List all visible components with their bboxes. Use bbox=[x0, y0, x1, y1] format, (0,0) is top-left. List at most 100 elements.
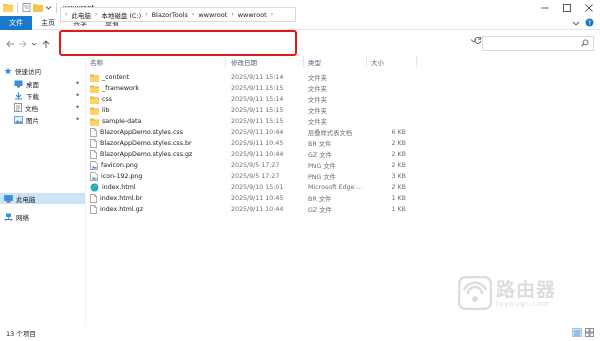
back-button[interactable] bbox=[4, 37, 16, 51]
file-size bbox=[348, 105, 406, 116]
minimize-button[interactable] bbox=[534, 0, 556, 16]
tab-file[interactable]: 文件 bbox=[0, 15, 32, 30]
breadcrumb-this-pc[interactable]: 此电脑 bbox=[71, 10, 91, 20]
sidebar-item-label: 文档 bbox=[25, 104, 38, 113]
navigation-pane: 快速访问 桌面 ✦ 下载 ✦ 文档 ✦ 图片 ✦ 此电脑 网络 bbox=[0, 60, 85, 325]
file-row-lib[interactable]: lib 2025/9/11 15:15 文件夹 bbox=[86, 105, 416, 116]
file-name-cell[interactable]: sample-data bbox=[90, 116, 141, 127]
file-type: GZ 文件 bbox=[308, 152, 332, 159]
file-date: 2025/9/11 15:15 bbox=[231, 118, 284, 125]
file-type: PNG 文件 bbox=[308, 163, 336, 170]
file-size: 2 KB bbox=[391, 140, 406, 147]
up-button[interactable] bbox=[40, 37, 52, 51]
file-name-cell[interactable]: index.html.br bbox=[90, 193, 142, 204]
chevron-right-icon[interactable]: › bbox=[192, 11, 194, 18]
file-row-index-html-br[interactable]: index.html.br 2025/9/11 10:45 BR 文件 1 KB bbox=[86, 193, 416, 204]
file-name-cell[interactable]: BlazorAppDemo.styles.css.gz bbox=[90, 149, 192, 160]
chevron-down-icon[interactable] bbox=[45, 4, 52, 13]
pin-icon[interactable]: ✦ bbox=[75, 92, 80, 99]
file-date: 2025/9/11 10:45 bbox=[231, 195, 284, 202]
sidebar-item-this-pc[interactable]: 此电脑 bbox=[4, 193, 84, 204]
sidebar-item-desktop[interactable]: 桌面 ✦ bbox=[14, 78, 84, 89]
file-name-cell[interactable]: index.html.gz bbox=[90, 204, 143, 215]
file-row-blazorappdemo-styles-css-gz[interactable]: BlazorAppDemo.styles.css.gz 2025/9/11 10:… bbox=[86, 149, 416, 160]
file-row-index-html-gz[interactable]: index.html.gz 2025/9/11 10:44 GZ 文件 1 KB bbox=[86, 204, 416, 215]
breadcrumb-blazortools[interactable]: BlazorTools bbox=[152, 11, 188, 19]
expand-ribbon-icon[interactable] bbox=[572, 19, 580, 29]
pin-icon[interactable]: ✦ bbox=[75, 80, 80, 87]
maximize-button[interactable] bbox=[556, 0, 578, 16]
forward-button[interactable] bbox=[16, 37, 28, 51]
sidebar-item-label: 图片 bbox=[26, 116, 39, 125]
file-icon bbox=[90, 128, 97, 137]
file-row-index-html[interactable]: index.html 2025/9/10 15:01 Microsoft Edge … bbox=[86, 182, 416, 193]
file-row-icon-192-png[interactable]: icon-192.png 2025/9/5 17:27 PNG 文件 3 KB bbox=[86, 171, 416, 182]
column-divider[interactable] bbox=[303, 57, 304, 67]
file-row-sample-data[interactable]: sample-data 2025/9/11 15:15 文件夹 bbox=[86, 116, 416, 127]
column-header-date[interactable]: 修改日期 bbox=[231, 56, 257, 68]
file-name-cell[interactable]: BlazorAppDemo.styles.css.br bbox=[90, 138, 192, 149]
file-row-css[interactable]: css 2025/9/11 15:14 文件夹 bbox=[86, 94, 416, 105]
sidebar-item-network[interactable]: 网络 bbox=[4, 211, 84, 222]
file-type: GZ 文件 bbox=[308, 207, 332, 214]
search-input[interactable] bbox=[482, 36, 594, 51]
file-row-blazorappdemo-styles-css-br[interactable]: BlazorAppDemo.styles.css.br 2025/9/11 10:… bbox=[86, 138, 416, 149]
sidebar-item-downloads[interactable]: 下载 ✦ bbox=[14, 90, 84, 101]
new-folder-icon[interactable] bbox=[33, 3, 43, 14]
file-name-cell[interactable]: icon-192.png bbox=[90, 171, 142, 182]
file-row-content[interactable]: _content 2025/9/11 15:14 文件夹 bbox=[86, 72, 416, 83]
edge-icon bbox=[90, 183, 99, 192]
breadcrumb-local-disk[interactable]: 本地磁盘 (C:) bbox=[101, 10, 141, 20]
address-bar[interactable]: › 此电脑 › 本地磁盘 (C:) › BlazorTools › wwwroo… bbox=[60, 7, 296, 22]
file-row-blazorappdemo-styles-css[interactable]: BlazorAppDemo.styles.css 2025/9/11 10:44 层… bbox=[86, 127, 416, 138]
sidebar-item-pictures[interactable]: 图片 ✦ bbox=[14, 114, 84, 125]
chevron-right-icon[interactable]: › bbox=[271, 11, 273, 18]
breadcrumb-wwwroot[interactable]: wwwroot bbox=[198, 11, 227, 19]
file-row-framework[interactable]: _framework 2025/9/11 15:15 文件夹 bbox=[86, 83, 416, 94]
file-name-cell[interactable]: _framework bbox=[90, 83, 139, 94]
file-name-cell[interactable]: css bbox=[90, 94, 112, 105]
file-date: 2025/9/11 15:15 bbox=[231, 85, 284, 92]
sidebar-item-documents[interactable]: 文档 ✦ bbox=[14, 102, 84, 113]
file-type: 文件夹 bbox=[308, 119, 327, 126]
sidebar-item-label: 下载 bbox=[26, 92, 39, 101]
column-header-name[interactable]: 名称 bbox=[90, 56, 103, 68]
pin-icon[interactable]: ✦ bbox=[75, 116, 80, 123]
sidebar-item-label: 网络 bbox=[16, 213, 29, 222]
file-name-cell[interactable]: _content bbox=[90, 72, 129, 83]
divider bbox=[56, 3, 57, 13]
large-icons-view-icon[interactable] bbox=[585, 328, 594, 339]
close-button[interactable] bbox=[578, 0, 600, 16]
breadcrumb-wwwroot-current[interactable]: wwwroot bbox=[238, 11, 267, 19]
file-name-cell[interactable]: BlazorAppDemo.styles.css bbox=[90, 127, 183, 138]
computer-icon bbox=[4, 194, 13, 203]
folder-icon bbox=[90, 107, 99, 115]
chevron-right-icon[interactable]: › bbox=[231, 11, 233, 18]
file-date: 2025/9/5 17:27 bbox=[231, 162, 280, 169]
column-divider[interactable] bbox=[366, 57, 367, 67]
file-name-cell[interactable]: index.html bbox=[90, 182, 136, 193]
help-icon[interactable]: ? bbox=[585, 18, 594, 29]
sidebar-item-label: 快速访问 bbox=[15, 67, 41, 76]
network-icon bbox=[4, 213, 13, 221]
column-header-type[interactable]: 类型 bbox=[308, 56, 321, 68]
file-name-cell[interactable]: lib bbox=[90, 105, 110, 116]
pin-icon[interactable]: ✦ bbox=[75, 104, 80, 111]
properties-icon[interactable] bbox=[22, 2, 31, 14]
file-type: 文件夹 bbox=[308, 97, 327, 104]
column-header-size[interactable]: 大小 bbox=[371, 56, 384, 68]
column-divider[interactable] bbox=[416, 57, 417, 67]
sidebar-item-quick-access[interactable]: 快速访问 bbox=[4, 65, 84, 76]
chevron-right-icon[interactable]: › bbox=[95, 11, 97, 18]
folder-icon bbox=[3, 3, 13, 14]
file-row-favicon-png[interactable]: favicon.png 2025/9/5 17:27 PNG 文件 2 KB bbox=[86, 160, 416, 171]
file-name-cell[interactable]: favicon.png bbox=[90, 160, 138, 171]
chevron-right-icon[interactable]: › bbox=[145, 11, 147, 18]
status-bar: 13 个项目 bbox=[0, 325, 600, 341]
column-divider[interactable] bbox=[225, 57, 226, 67]
image-file-icon bbox=[90, 161, 98, 170]
refresh-button[interactable] bbox=[474, 36, 482, 46]
download-folder-icon bbox=[14, 92, 23, 100]
recent-locations-button[interactable] bbox=[28, 37, 40, 51]
details-view-icon[interactable] bbox=[572, 328, 582, 339]
